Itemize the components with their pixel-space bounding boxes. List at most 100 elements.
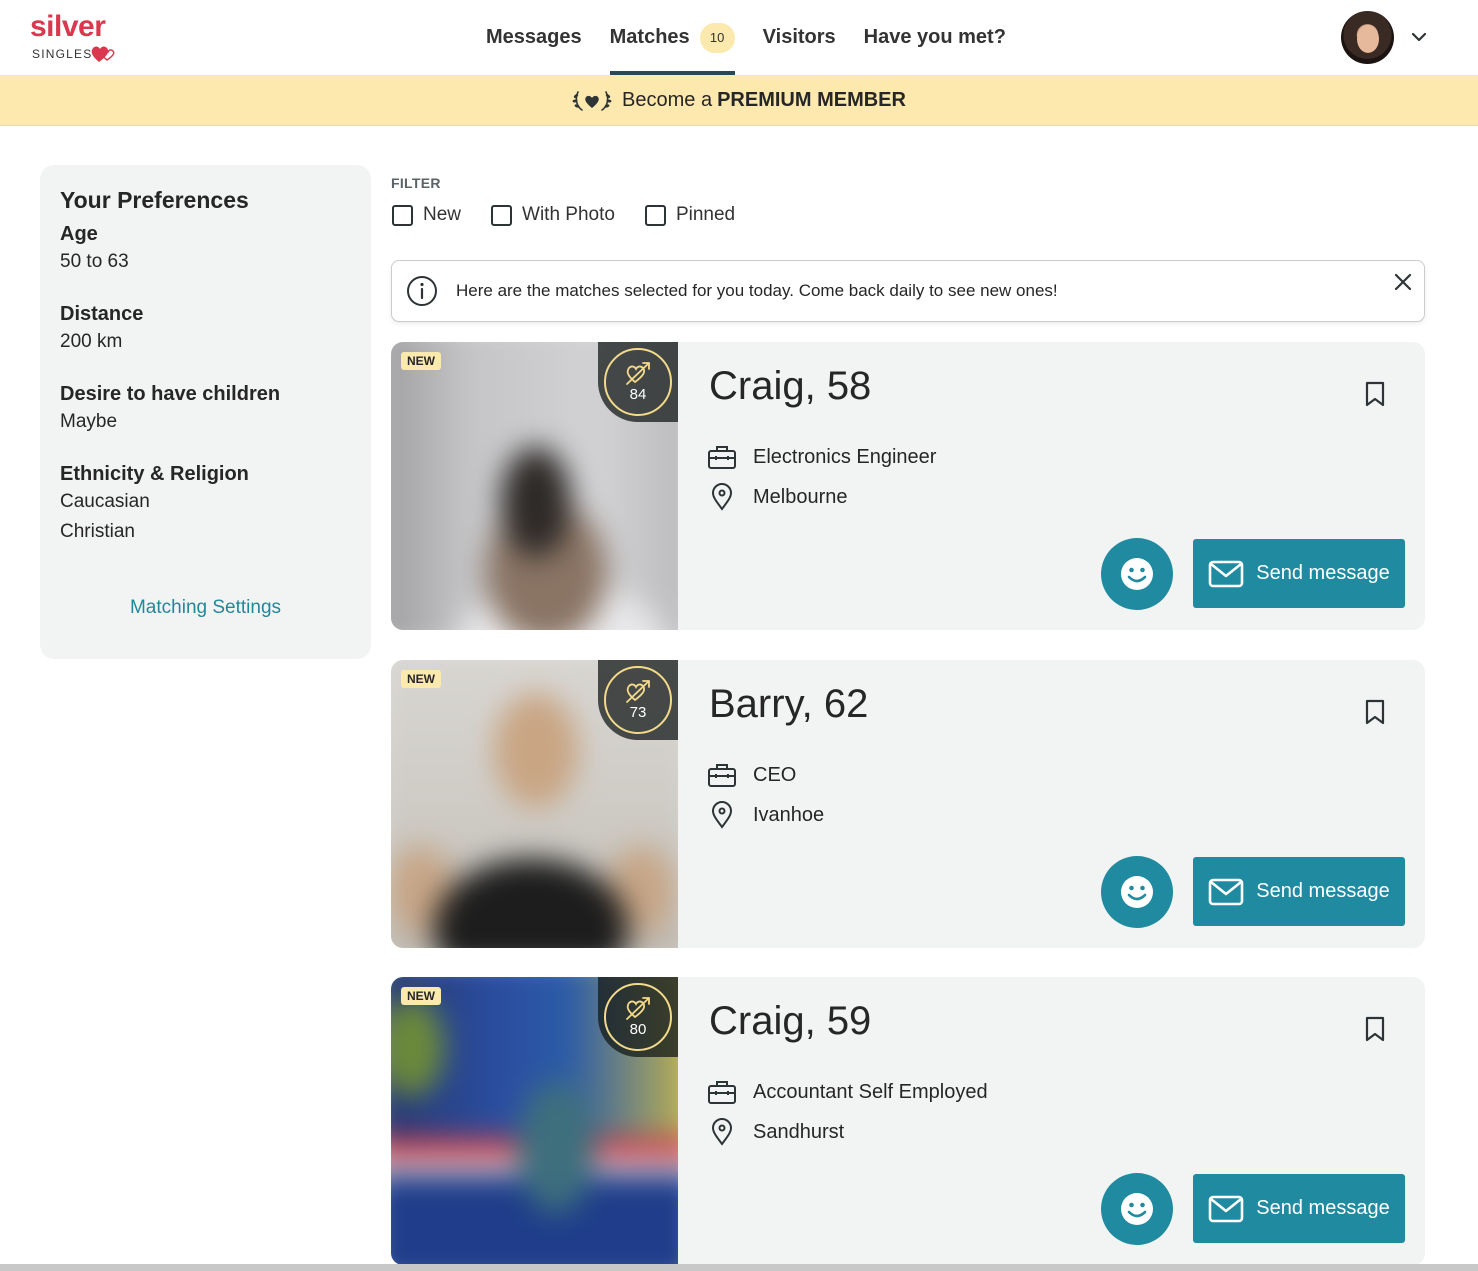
info-notice: Here are the matches selected for you to… [391,260,1425,322]
matches-count-badge: 10 [699,22,735,53]
envelope-icon [1208,560,1244,587]
user-avatar[interactable] [1341,11,1394,64]
pref-distance-label: Distance [60,303,144,325]
pref-age: Age 50 to 63 [60,221,351,277]
send-message-label: Send message [1256,562,1390,584]
briefcase-icon [708,446,736,469]
pref-children-label: Desire to have children [60,383,281,405]
filter-title: FILTER [391,175,441,191]
laurel-heart-icon [572,91,612,111]
nav-visitors[interactable]: Visitors [763,0,836,75]
send-smile-button[interactable] [1101,1173,1173,1245]
match-location-text: Melbourne [753,485,848,508]
send-message-button[interactable]: Send message [1193,1174,1405,1243]
nav-messages-label: Messages [486,26,582,48]
match-location-text: Ivanhoe [753,803,825,826]
match-photo[interactable]: NEW 80 [391,977,678,1265]
new-badge: NEW [401,670,441,688]
avatar-face [1357,25,1379,53]
match-name-age[interactable]: Barry, 62 [709,682,868,727]
nav-messages[interactable]: Messages [486,0,582,75]
map-pin-icon [711,801,733,829]
top-header: silver SINGLES Messages Matches 10 Visit… [0,0,1478,75]
heart-arrow-icon [626,996,650,1020]
match-job: Accountant Self Employed [707,1078,988,1106]
match-score-ring: 80 [604,983,672,1051]
match-job-text: Accountant Self Employed [753,1080,988,1103]
match-score-value: 84 [629,385,647,403]
filter-with-photo[interactable]: With Photo [491,204,615,226]
match-card[interactable]: NEW 80 Craig, 59 Accountant Self Employe… [391,977,1425,1265]
new-badge: NEW [401,987,441,1005]
filter-with-photo-checkbox[interactable] [491,204,513,226]
smiley-icon [1121,558,1153,590]
map-pin-icon [711,483,733,511]
pref-age-value: 50 to 63 [60,251,129,272]
match-score-ring: 73 [604,666,672,734]
pref-religion-value: Christian [60,521,135,542]
nav-have-you-met-label: Have you met? [863,26,1006,48]
briefcase-icon [708,764,736,787]
send-message-label: Send message [1256,880,1390,902]
filter-new-checkbox[interactable] [392,204,413,226]
bookmark-icon[interactable] [1363,698,1387,726]
pref-ethnicity-label: Ethnicity & Religion [60,463,249,485]
match-job: Electronics Engineer [707,443,936,471]
nav-matches-label: Matches [609,26,690,48]
premium-prefix: Become a [622,88,713,111]
info-text: Here are the matches selected for you to… [456,281,1058,300]
filter-new[interactable]: New [392,204,461,226]
preferences-panel: Your Preferences Age 50 to 63 Distance 2… [40,165,371,659]
pref-children-value: Maybe [60,411,118,432]
match-score-ring: 84 [604,348,672,416]
match-score: 73 [598,660,678,740]
filter-pinned[interactable]: Pinned [644,204,735,226]
pref-ethnicity-religion: Ethnicity & Religion Caucasian Christian [60,461,351,547]
bookmark-icon[interactable] [1363,1015,1387,1043]
pref-age-label: Age [60,223,98,245]
heart-arrow-icon [626,361,650,385]
premium-banner[interactable]: Become a PREMIUM MEMBER [0,75,1478,126]
briefcase-icon [708,1081,736,1104]
matching-settings-link[interactable]: Matching Settings [40,597,371,619]
envelope-icon [1208,878,1244,905]
premium-highlight: PREMIUM MEMBER [717,88,906,111]
send-message-label: Send message [1256,1197,1390,1219]
nav-visitors-label: Visitors [762,26,836,48]
match-card[interactable]: NEW 73 Barry, 62 CEO Ivanhoe Send messag… [391,660,1425,948]
match-photo[interactable]: NEW 73 [391,660,678,948]
match-location: Sandhurst [707,1118,844,1146]
silver-singles-logo[interactable]: silver SINGLES [30,10,130,65]
logo-subtitle: SINGLES [32,47,93,61]
filter-pinned-checkbox[interactable] [644,204,666,226]
match-location-text: Sandhurst [753,1120,845,1143]
match-score-value: 73 [629,703,647,721]
pref-distance: Distance 200 km [60,301,351,357]
pref-ethnicity-value: Caucasian [60,491,150,512]
match-score: 80 [598,977,678,1057]
send-message-button[interactable]: Send message [1193,857,1405,926]
pref-children: Desire to have children Maybe [60,381,351,437]
send-message-button[interactable]: Send message [1193,539,1405,608]
heart-arrow-icon [626,679,650,703]
chevron-down-icon[interactable] [1410,28,1428,46]
match-score: 84 [598,342,678,422]
horizontal-scrollbar[interactable] [0,1264,1478,1271]
match-job: CEO [707,761,796,789]
filter-new-label: New [423,204,462,225]
bookmark-icon[interactable] [1363,380,1387,408]
match-score-value: 80 [629,1020,647,1038]
match-name-age[interactable]: Craig, 59 [709,999,871,1044]
match-card[interactable]: NEW 84 Craig, 58 Electronics Engineer Me… [391,342,1425,630]
match-location: Melbourne [707,483,848,511]
pref-distance-value: 200 km [60,331,123,352]
nav-have-you-met[interactable]: Have you met? [864,0,1006,75]
match-photo[interactable]: NEW 84 [391,342,678,630]
send-smile-button[interactable] [1101,538,1173,610]
close-icon[interactable] [1392,271,1414,293]
match-name-age[interactable]: Craig, 58 [709,364,871,409]
main-nav: Messages Matches 10 Visitors Have you me… [486,0,1034,75]
send-smile-button[interactable] [1101,856,1173,928]
filter-options: New With Photo Pinned [392,204,765,226]
nav-matches[interactable]: Matches 10 [609,0,735,75]
